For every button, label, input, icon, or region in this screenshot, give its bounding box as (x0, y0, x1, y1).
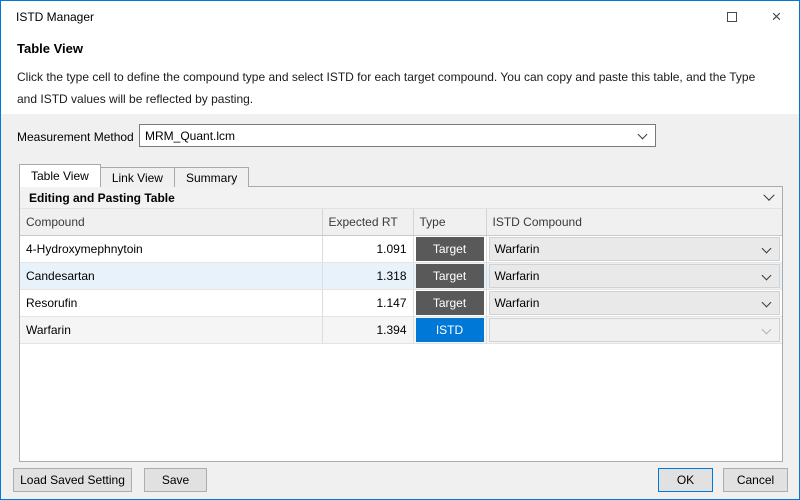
intro-section: Table View Click the type cell to define… (1, 32, 799, 114)
close-button[interactable]: × (754, 1, 799, 32)
tab-label: Link View (111, 170, 163, 185)
istd-compound-value: Warfarin (494, 241, 540, 256)
load-saved-setting-button[interactable]: Load Saved Setting (13, 468, 132, 492)
window-controls: × (709, 1, 799, 32)
type-button[interactable]: Target (415, 290, 484, 315)
istd-compound-value: Warfarin (494, 268, 540, 283)
measurement-method-label: Measurement Method (17, 130, 134, 144)
editing-pasting-table: Compound Expected RT Type ISTD Compound … (20, 209, 782, 344)
tab-label: Table View (31, 169, 89, 183)
table-row: Warfarin 1.394 ISTD (20, 316, 782, 344)
column-header-istd-compound[interactable]: ISTD Compound (486, 209, 782, 236)
expected-rt-cell[interactable]: 1.147 (322, 289, 414, 317)
compound-cell[interactable]: Candesartan (20, 262, 323, 290)
close-icon: × (771, 7, 782, 26)
table-header-row: Compound Expected RT Type ISTD Compound (20, 209, 782, 236)
compound-cell[interactable]: 4-Hydroxymephnytoin (20, 235, 323, 263)
editing-pasting-section-header[interactable]: Editing and Pasting Table (20, 187, 782, 209)
title-bar: ISTD Manager × (1, 1, 799, 32)
type-button[interactable]: ISTD (415, 317, 484, 342)
save-button[interactable]: Save (144, 468, 207, 492)
cancel-button[interactable]: Cancel (723, 468, 788, 492)
ok-button[interactable]: OK (658, 468, 713, 492)
istd-compound-select[interactable]: Warfarin (488, 263, 780, 288)
table-row: Candesartan 1.318 Target Warfarin (20, 262, 782, 290)
istd-compound-select[interactable]: Warfarin (488, 290, 780, 315)
type-button[interactable]: Target (415, 236, 484, 261)
section-title: Editing and Pasting Table (29, 190, 175, 205)
istd-compound-select (488, 317, 780, 342)
chevron-down-icon (761, 243, 772, 253)
table-view-panel: Editing and Pasting Table Compound Expec… (19, 186, 783, 462)
tab-link-view[interactable]: Link View (99, 167, 175, 187)
istd-manager-window: ISTD Manager × Table View Click the type… (0, 0, 800, 500)
maximize-button[interactable] (709, 1, 754, 32)
column-header-expected-rt[interactable]: Expected RT (322, 209, 414, 236)
tab-label: Summary (185, 170, 238, 185)
compound-cell[interactable]: Warfarin (20, 316, 323, 344)
expected-rt-cell[interactable]: 1.318 (322, 262, 414, 290)
window-title: ISTD Manager (16, 9, 95, 24)
measurement-method-select[interactable]: MRM_Quant.lcm (139, 124, 656, 147)
page-title: Table View (17, 41, 83, 56)
chevron-down-icon (637, 129, 648, 140)
expected-rt-cell[interactable]: 1.394 (322, 316, 414, 344)
chevron-down-icon (761, 297, 772, 307)
chevron-down-icon[interactable] (763, 189, 775, 201)
istd-compound-select[interactable]: Warfarin (488, 236, 780, 261)
istd-compound-value: Warfarin (494, 295, 540, 310)
column-header-type[interactable]: Type (413, 209, 487, 236)
measurement-method-value: MRM_Quant.lcm (145, 128, 236, 143)
tab-strip: Table View Link View Summary (19, 164, 250, 187)
expected-rt-cell[interactable]: 1.091 (322, 235, 414, 263)
table-row: Resorufin 1.147 Target Warfarin (20, 289, 782, 317)
compound-cell[interactable]: Resorufin (20, 289, 323, 317)
table-row: 4-Hydroxymephnytoin 1.091 Target Warfari… (20, 235, 782, 263)
maximize-icon (726, 11, 737, 22)
chevron-down-icon (761, 324, 772, 334)
column-header-compound[interactable]: Compound (20, 209, 323, 236)
tab-summary[interactable]: Summary (173, 167, 250, 187)
tab-table-view[interactable]: Table View (19, 164, 101, 187)
chevron-down-icon (761, 270, 772, 280)
type-button[interactable]: Target (415, 263, 484, 288)
page-description: Click the type cell to define the compou… (17, 70, 756, 106)
